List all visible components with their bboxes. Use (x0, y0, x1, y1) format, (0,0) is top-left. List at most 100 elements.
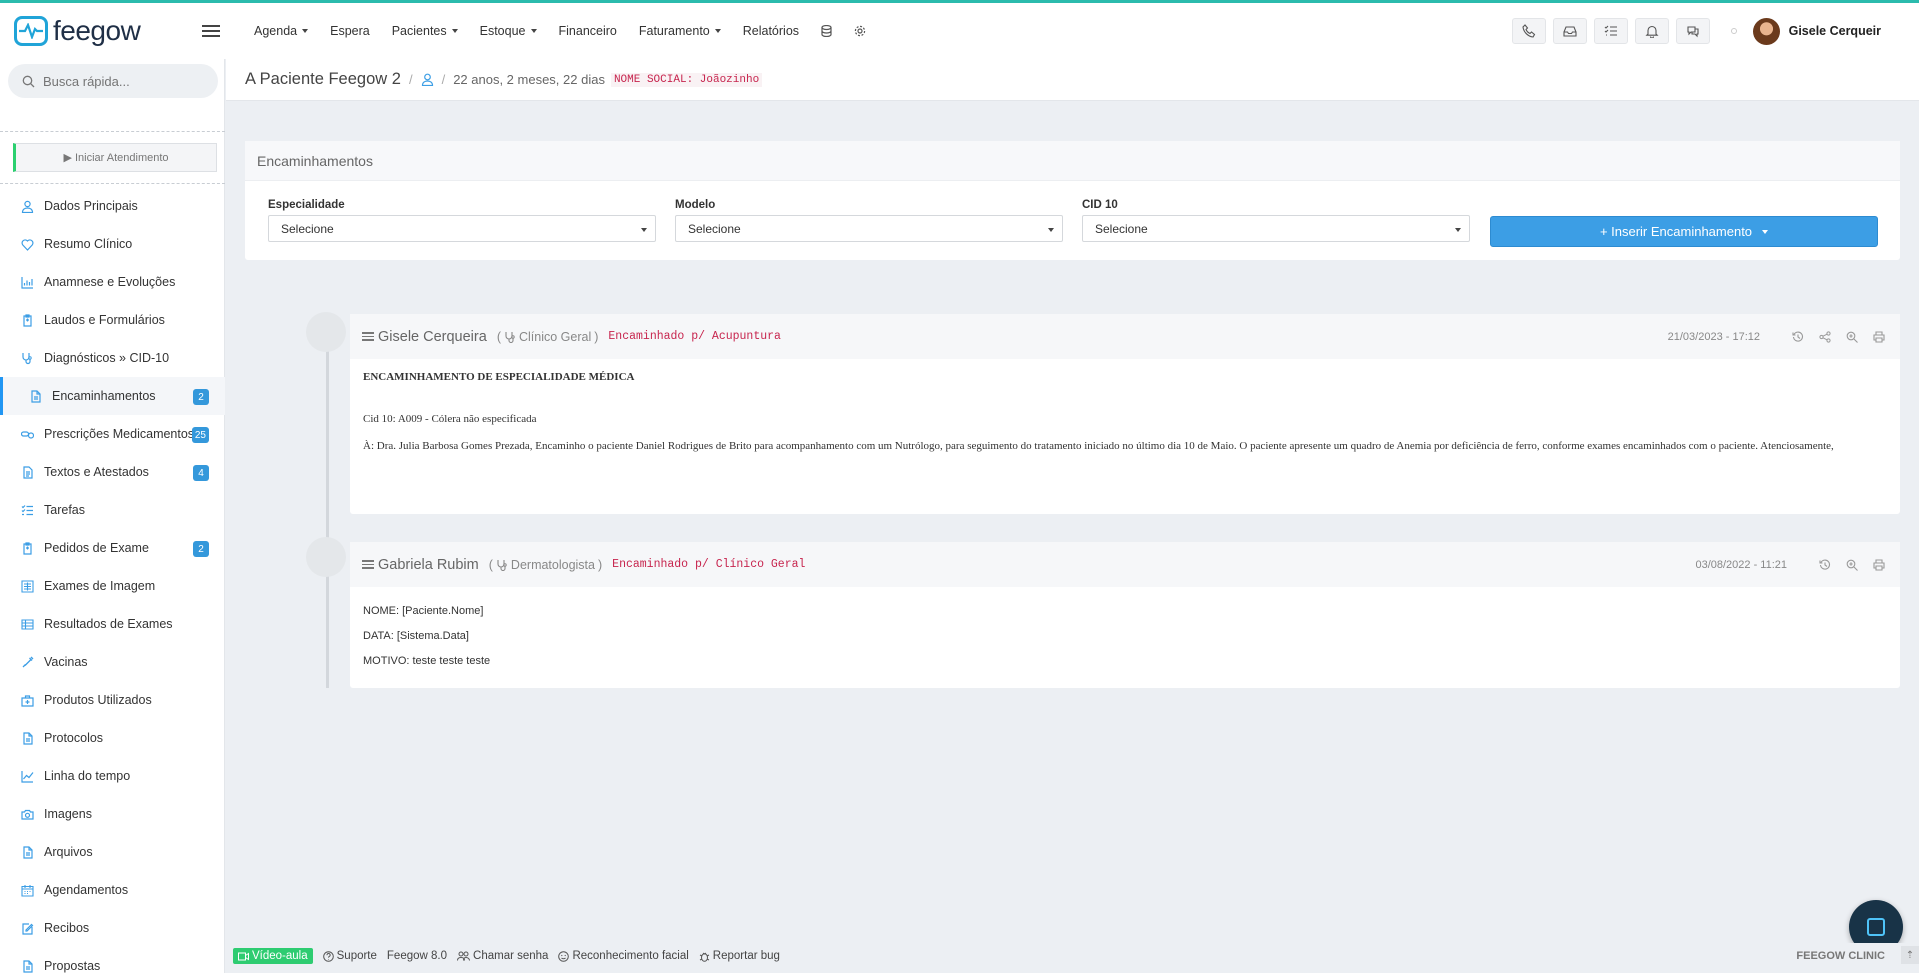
drag-handle-icon[interactable] (362, 330, 374, 343)
checklist-icon[interactable] (1593, 18, 1628, 44)
avatar[interactable] (1752, 17, 1780, 45)
nav-espera[interactable]: Espera (330, 24, 370, 38)
patient-header: A Paciente Feegow 2 / / 22 anos, 2 meses… (226, 59, 1919, 101)
referral-card: Gabriela Rubim ( Dermatologista ) Encami… (350, 542, 1900, 688)
support-link[interactable]: Suporte (322, 950, 377, 962)
nav-relatorios[interactable]: Relatórios (743, 24, 799, 38)
chat-icon[interactable] (1675, 18, 1710, 44)
sidebar-item-produtos-utilizados[interactable]: Produtos Utilizados (0, 681, 225, 719)
sidebar-item-arquivos[interactable]: Arquivos (0, 833, 225, 871)
video-icon (238, 952, 249, 960)
sidebar-item-agendamentos[interactable]: Agendamentos (0, 871, 225, 909)
logo[interactable]: feegow (14, 15, 190, 47)
caret-down-icon (1048, 228, 1054, 232)
sidebar-item-diagn-sticos-cid-10[interactable]: Diagnósticos » CID-10 (0, 339, 225, 377)
face-label: Reconhecimento facial (572, 950, 689, 962)
nav-estoque[interactable]: Estoque (480, 24, 537, 38)
user-name[interactable]: Gisele Cerqueir (1789, 24, 1881, 38)
sidebar-item-prescri-es-medicamentos[interactable]: Prescrições Medicamentos 25 (0, 415, 225, 453)
sidebar-item-encaminhamentos[interactable]: Encaminhamentos 2 (0, 377, 225, 415)
version-text: Feegow 8.0 (386, 950, 448, 962)
insert-referral-button[interactable]: + Inserir Encaminhamento (1490, 216, 1878, 247)
scroll-up-icon[interactable]: ⇡ (1901, 946, 1919, 964)
count-badge: 25 (191, 427, 209, 443)
nav-pacientes[interactable]: Pacientes (392, 24, 458, 38)
nav-agenda[interactable]: Agenda (254, 24, 309, 38)
count-badge: 2 (193, 541, 209, 557)
doctor-name: Gisele Cerqueira (378, 328, 487, 345)
timeline-dot (306, 537, 346, 577)
sidebar-item-label: Imagens (44, 807, 92, 821)
file-icon (28, 389, 42, 403)
history-icon[interactable] (1818, 558, 1832, 572)
sidebar-item-label: Laudos e Formulários (44, 313, 165, 327)
quick-search[interactable] (8, 64, 218, 98)
caret-down-icon (530, 29, 537, 33)
sidebar-item-recibos[interactable]: Recibos (0, 909, 225, 947)
insert-label: + Inserir Encaminhamento (1599, 224, 1753, 239)
sidebar-item-resumo-cl-nico[interactable]: Resumo Clínico (0, 225, 225, 263)
sidebar-item-label: Linha do tempo (44, 769, 131, 783)
sidebar-item-textos-e-atestados[interactable]: Textos e Atestados 4 (0, 453, 225, 491)
bug-label: Reportar bug (712, 950, 780, 962)
start-appointment-button[interactable]: ▶ Iniciar Atendimento (13, 143, 217, 172)
divider (0, 131, 225, 132)
sidebar-item-dados-principais[interactable]: Dados Principais (0, 187, 225, 225)
sidebar: ▶ Iniciar Atendimento Dados Principais Re… (0, 59, 225, 973)
breadcrumb-separator: / (408, 72, 413, 87)
phone-icon[interactable] (1511, 18, 1546, 44)
sidebar-item-resultados-de-exames[interactable]: Resultados de Exames (0, 605, 225, 643)
specialty-select[interactable]: Selecione (268, 215, 656, 242)
model-select[interactable]: Selecione (675, 215, 1063, 242)
facial-recognition-button[interactable]: Reconhecimento facial (558, 950, 689, 962)
print-icon[interactable] (1872, 330, 1886, 344)
sidebar-item-exames-de-imagem[interactable]: Exames de Imagem (0, 567, 225, 605)
nav-financeiro[interactable]: Financeiro (559, 24, 617, 38)
chart-icon (20, 275, 34, 289)
database-icon[interactable] (821, 25, 832, 37)
call-ticket-button[interactable]: Chamar senha (457, 950, 548, 962)
timeline-line (326, 330, 329, 688)
user-icon[interactable] (421, 73, 434, 86)
caret-down-icon (641, 228, 647, 232)
caret-down-icon (451, 29, 458, 33)
zoom-icon[interactable] (1845, 558, 1859, 572)
menu-toggle-icon[interactable] (202, 22, 220, 40)
referral-tag: Encaminhado p/ Acupuntura (608, 330, 781, 343)
patient-name[interactable]: A Paciente Feegow 2 (245, 70, 401, 89)
sidebar-item-imagens[interactable]: Imagens (0, 795, 225, 833)
top-bar: feegow Agenda Espera Pacientes Estoque F… (0, 3, 1919, 59)
sidebar-item-label: Propostas (44, 959, 101, 973)
sidebar-item-linha-do-tempo[interactable]: Linha do tempo (0, 757, 225, 795)
sidebar-item-protocolos[interactable]: Protocolos (0, 719, 225, 757)
search-input[interactable] (43, 73, 203, 89)
drag-handle-icon[interactable] (362, 558, 374, 571)
history-icon[interactable] (1791, 330, 1805, 344)
brand-label: FEEGOW CLINIC (1796, 950, 1885, 962)
zoom-icon[interactable] (1845, 330, 1859, 344)
referral-line: MOTIVO: teste teste teste (363, 655, 491, 667)
sidebar-item-laudos-e-formul-rios[interactable]: Laudos e Formulários (0, 301, 225, 339)
sidebar-item-pedidos-de-exame[interactable]: Pedidos de Exame 2 (0, 529, 225, 567)
report-bug-button[interactable]: Reportar bug (699, 950, 780, 962)
sidebar-item-tarefas[interactable]: Tarefas (0, 491, 225, 529)
nav-faturamento[interactable]: Faturamento (639, 24, 721, 38)
share-icon[interactable] (1818, 330, 1832, 344)
cid-select[interactable]: Selecione (1082, 215, 1470, 242)
sidebar-item-vacinas[interactable]: Vacinas (0, 643, 225, 681)
sidebar-item-propostas[interactable]: Propostas (0, 947, 225, 973)
print-icon[interactable] (1872, 558, 1886, 572)
referral-line: DATA: [Sistema.Data] (363, 630, 469, 642)
video-lesson-button[interactable]: Vídeo-aula (233, 948, 313, 964)
sidebar-item-anamnese-e-evolu-es[interactable]: Anamnese e Evoluções (0, 263, 225, 301)
tasks-icon (20, 503, 34, 517)
nav-label: Estoque (479, 24, 526, 38)
gear-icon[interactable] (854, 25, 866, 37)
inbox-icon[interactable] (1552, 18, 1587, 44)
card-date: 03/08/2022 - 11:21 (1695, 558, 1787, 571)
footer-bar: Vídeo-aula Suporte Feegow 8.0 Chamar sen… (226, 943, 1919, 969)
referrals-panel: Encaminhamentos Especialidade Selecione … (245, 141, 1900, 260)
social-name-badge: NOME SOCIAL: Joãozinho (610, 72, 763, 87)
bell-icon[interactable] (1634, 18, 1669, 44)
logo-text: feegow (53, 15, 141, 46)
